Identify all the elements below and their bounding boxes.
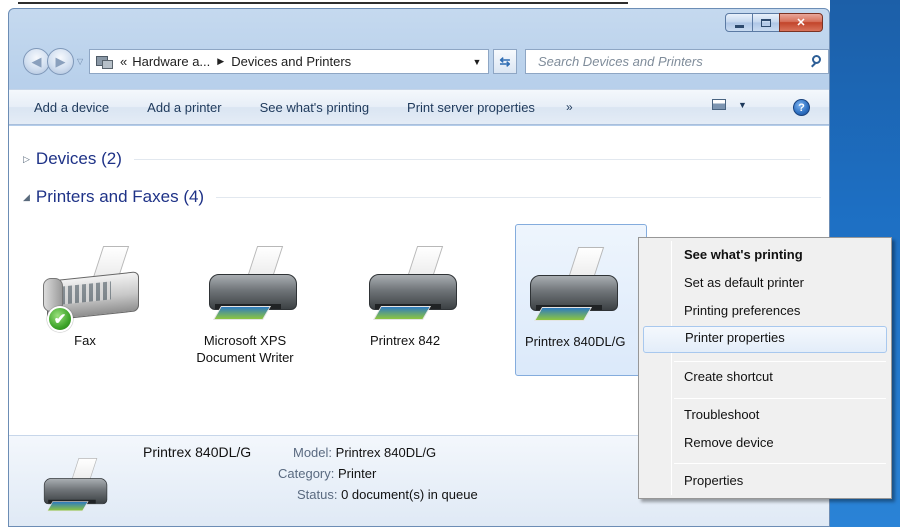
menu-set-as-default-printer[interactable]: Set as default printer: [643, 271, 887, 295]
group-printers-label[interactable]: Printers and Faxes (4): [36, 187, 204, 207]
address-bar[interactable]: « Hardware a... ▶ Devices and Printers ▼: [89, 49, 489, 74]
maximize-button[interactable]: [752, 13, 780, 32]
more-commands-chevron-icon[interactable]: »: [554, 100, 585, 114]
view-icon: [712, 99, 726, 110]
printer-icon: [205, 246, 301, 326]
minimize-icon: [734, 24, 744, 28]
device-fax[interactable]: ✔ Fax: [19, 224, 151, 376]
address-overflow[interactable]: «: [120, 54, 127, 69]
collapse-icon[interactable]: ◢: [23, 192, 30, 203]
search-icon[interactable]: [806, 51, 828, 73]
details-category: Category: Printer: [278, 466, 377, 481]
minimize-button[interactable]: [725, 13, 753, 32]
group-divider: [133, 158, 810, 160]
breadcrumb-devices-and-printers[interactable]: Devices and Printers: [231, 54, 351, 69]
device-printrex-842[interactable]: Printrex 842: [339, 224, 471, 376]
search-box[interactable]: Search Devices and Printers: [525, 49, 829, 74]
menu-see-whats-printing[interactable]: See what's printing: [643, 243, 887, 267]
breadcrumb-separator-icon[interactable]: ▶: [217, 56, 224, 67]
printer-icon: [365, 246, 461, 326]
breadcrumb-hardware[interactable]: Hardware a...: [132, 54, 210, 69]
maximize-icon: [761, 18, 771, 27]
menu-remove-device[interactable]: Remove device: [643, 431, 887, 455]
screen-artifact: [18, 2, 628, 4]
help-icon[interactable]: ?: [793, 99, 810, 116]
device-label: Microsoft XPS Document Writer: [196, 333, 294, 365]
group-divider: [216, 196, 822, 198]
printer-icon: [41, 458, 110, 516]
details-device-name: Printrex 840DL/G: [143, 444, 252, 460]
expand-icon[interactable]: ▷: [23, 154, 30, 165]
back-arrow-icon: ◀: [31, 53, 42, 69]
default-printer-check-icon: ✔: [47, 306, 73, 332]
forward-arrow-icon: ▶: [55, 53, 66, 69]
search-input[interactable]: Search Devices and Printers: [526, 54, 806, 69]
fax-icon: ✔: [43, 246, 141, 332]
menu-printing-preferences[interactable]: Printing preferences: [643, 299, 887, 323]
device-microsoft-xps-document-writer[interactable]: Microsoft XPS Document Writer: [179, 224, 311, 376]
refresh-icon: ⇆: [499, 53, 511, 69]
device-label: Fax: [74, 333, 96, 348]
group-devices-label[interactable]: Devices (2): [36, 149, 122, 169]
menu-create-shortcut[interactable]: Create shortcut: [643, 365, 887, 389]
details-status: Status: 0 document(s) in queue: [297, 487, 478, 502]
device-label: Printrex 842: [369, 333, 441, 348]
navigation-bar: ◀ ▶ ▽ « Hardware a... ▶ Devices and Prin…: [9, 45, 829, 79]
refresh-button[interactable]: ⇆: [493, 49, 517, 74]
menu-properties[interactable]: Properties: [643, 469, 887, 493]
menu-troubleshoot[interactable]: Troubleshoot: [643, 403, 887, 427]
printer-context-menu: See what's printing Set as default print…: [638, 237, 892, 499]
view-dropdown-icon[interactable]: ▼: [738, 100, 747, 110]
change-view-button[interactable]: ▼: [712, 99, 747, 110]
forward-button[interactable]: ▶: [47, 48, 74, 75]
details-model: Model: Printrex 840DL/G: [293, 445, 437, 460]
see-whats-printing-button[interactable]: See what's printing: [241, 100, 388, 115]
close-button[interactable]: ✕: [779, 13, 823, 32]
menu-separator: [674, 398, 886, 399]
group-devices[interactable]: ▷ Devices (2): [23, 149, 810, 169]
print-server-properties-button[interactable]: Print server properties: [388, 100, 554, 115]
menu-printer-properties[interactable]: Printer properties: [643, 326, 887, 353]
device-label: Printrex 840DL/G: [525, 334, 626, 349]
close-icon: ✕: [796, 17, 806, 29]
add-device-button[interactable]: Add a device: [9, 100, 128, 115]
devices-printers-icon: [96, 54, 114, 70]
menu-separator: [674, 361, 886, 362]
device-printrex-840dl-g[interactable]: Printrex 840DL/G: [515, 224, 647, 376]
printer-icon: [526, 247, 622, 327]
desktop-edge: [0, 0, 8, 527]
desktop-strip: [0, 0, 830, 8]
menu-separator: [674, 463, 886, 464]
recent-pages-dropdown[interactable]: ▽: [77, 57, 83, 66]
group-printers-and-faxes[interactable]: ◢ Printers and Faxes (4): [23, 187, 822, 207]
address-dropdown-icon[interactable]: ▼: [466, 50, 488, 73]
caption-buttons: ✕: [725, 13, 823, 33]
back-button[interactable]: ◀: [23, 48, 50, 75]
command-bar: Add a device Add a printer See what's pr…: [9, 89, 829, 125]
add-printer-button[interactable]: Add a printer: [128, 100, 240, 115]
